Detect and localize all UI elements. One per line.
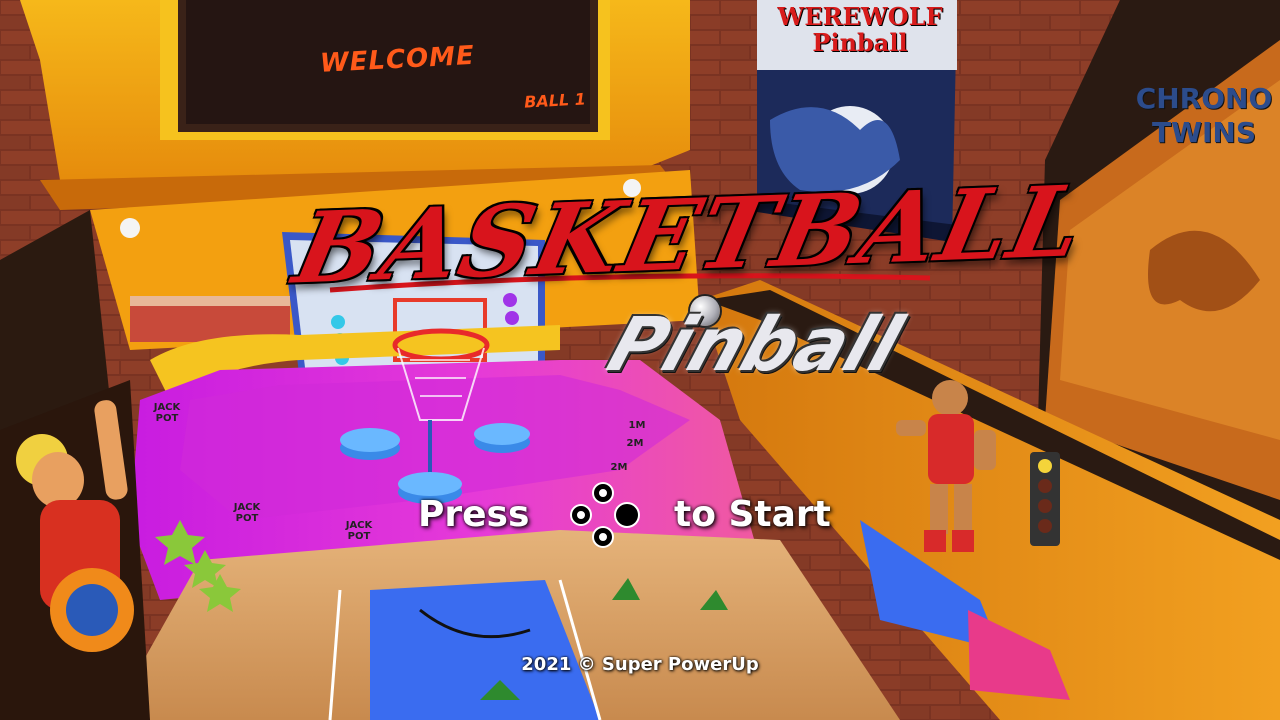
- game-title-logo: BASKETBALL: [285, 164, 1096, 307]
- playfield-label: JACK POT: [233, 502, 261, 524]
- marquee-ball-text: BALL 1: [523, 89, 587, 112]
- press-label: Press: [418, 494, 530, 535]
- game-subtitle-logo: Pinball: [598, 302, 912, 388]
- title-screen: WELCOME BALL 1 WEREWOLF Pinball CHRONO T…: [0, 0, 1280, 720]
- to-start-label: to Start: [674, 494, 831, 535]
- playfield-label: JACK POT: [345, 520, 373, 542]
- playfield-label: 2M: [610, 462, 628, 473]
- cabinet-art-title: CHRONO TWINS: [1135, 82, 1273, 149]
- copyright-text: 2021 © Super PowerUp: [521, 654, 759, 675]
- marquee-welcome-text: WELCOME: [319, 40, 476, 79]
- press-start-prompt[interactable]: Press to Start: [418, 480, 878, 550]
- poster-title: WEREWOLF Pinball: [777, 2, 943, 57]
- face-buttons-right-icon: [566, 480, 650, 550]
- playfield-label: 1M: [628, 420, 646, 431]
- playfield-label: JACK POT: [153, 402, 181, 424]
- playfield-label: 2M: [626, 438, 644, 449]
